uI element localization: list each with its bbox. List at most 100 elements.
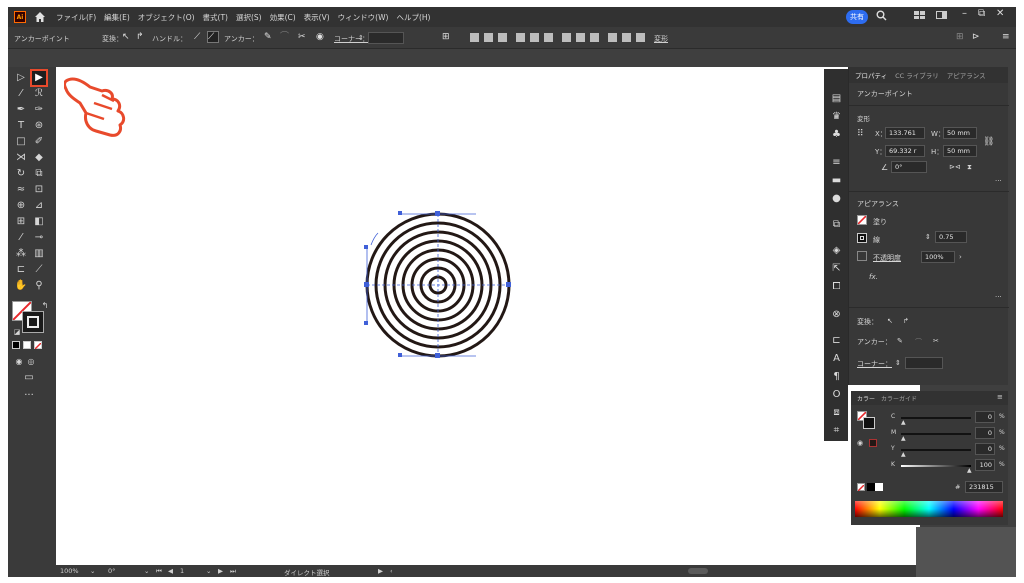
artboard-tool-icon[interactable]: ⊏	[14, 263, 28, 277]
distribute-vcenter-icon[interactable]	[576, 33, 585, 42]
stroke-swatch[interactable]	[22, 311, 44, 333]
perspective-grid-tool-icon[interactable]: ⊿	[32, 199, 46, 213]
tab-color-guide[interactable]: カラーガイド	[881, 394, 917, 403]
draw-behind-icon[interactable]: ◎	[24, 355, 38, 369]
last-color-swatch[interactable]	[869, 439, 877, 447]
properties-panel-icon[interactable]: ▤	[831, 93, 842, 104]
color-mode-icon[interactable]	[12, 341, 20, 349]
stroke-weight-input[interactable]: 0.75	[935, 231, 967, 243]
channel-m-slider[interactable]	[901, 433, 971, 435]
symbols-panel-icon[interactable]: ♣	[831, 129, 842, 140]
opacity-arrow-icon[interactable]: ›	[959, 253, 962, 261]
channel-y-input[interactable]: 0	[975, 443, 995, 455]
flip-horizontal-icon[interactable]: ⊳⊲	[949, 163, 961, 171]
h-input[interactable]: 50 mm	[943, 145, 977, 157]
screen-mode-icon[interactable]: ▭	[22, 371, 36, 385]
menu-effect[interactable]: 効果(C)	[270, 12, 296, 23]
corner-label-panel[interactable]: コーナー：	[857, 359, 892, 369]
channel-c-slider[interactable]	[901, 417, 971, 419]
lasso-tool-icon[interactable]: ℛ	[32, 87, 46, 101]
last-artboard-icon[interactable]: ⏭	[230, 567, 236, 576]
menu-view[interactable]: 表示(V)	[304, 12, 330, 23]
tab-libraries[interactable]: CC ライブラリ	[895, 70, 939, 80]
layers-panel-icon[interactable]: ◈	[831, 245, 842, 256]
close-icon[interactable]: ✕	[996, 8, 1004, 19]
opentype-panel-icon[interactable]: O	[831, 389, 842, 400]
isolate-icon[interactable]: ◉	[316, 32, 326, 42]
connect-panel-icon[interactable]: ⌒	[915, 337, 922, 347]
convert-to-smooth-icon[interactable]: ↱	[136, 32, 146, 42]
zoom-level[interactable]: 100%	[60, 567, 79, 575]
share-button[interactable]: 共有	[846, 10, 868, 24]
channel-k-slider[interactable]	[901, 465, 971, 467]
blend-tool-icon[interactable]: ⊸	[32, 231, 46, 245]
paintbrush-tool-icon[interactable]: ✐	[32, 135, 46, 149]
fill-none-swatch[interactable]	[857, 215, 867, 225]
align-right-icon[interactable]	[498, 33, 507, 42]
opacity-label[interactable]: 不透明度	[873, 253, 901, 263]
eyedropper-tool-icon[interactable]: ⁄	[14, 231, 28, 245]
x-input[interactable]: 133.761	[885, 127, 925, 139]
symbol-sprayer-tool-icon[interactable]: ⁂	[14, 247, 28, 261]
curvature-tool-icon[interactable]: ✑	[32, 103, 46, 117]
shape-builder-tool-icon[interactable]: ⊕	[14, 199, 28, 213]
out-of-gamut-icon[interactable]: ◉	[857, 439, 863, 447]
channel-c-input[interactable]: 0	[975, 411, 995, 423]
more-appearance-icon[interactable]: ···	[995, 293, 1002, 301]
scale-tool-icon[interactable]: ⧉	[32, 167, 46, 181]
eraser-tool-icon[interactable]: ◆	[32, 151, 46, 165]
export-panel-icon[interactable]: ⇱	[831, 263, 842, 274]
stroke-panel-icon[interactable]: ≡	[831, 157, 842, 168]
status-menu-icon[interactable]: ▶	[378, 567, 383, 575]
rectangle-tool-icon[interactable]: □	[14, 135, 28, 149]
show-handles-icon[interactable]: ⟋	[194, 32, 204, 42]
rotate-tool-icon[interactable]: ↻	[14, 167, 28, 181]
opacity-input[interactable]: 100%	[921, 251, 955, 263]
flip-vertical-icon[interactable]: ⧗	[967, 163, 972, 172]
shaper-tool-icon[interactable]: ⋊	[14, 151, 28, 165]
corner-radius-panel-input[interactable]	[905, 357, 943, 369]
horizontal-scrollbar-thumb[interactable]	[688, 568, 708, 574]
channel-y-slider[interactable]	[901, 449, 971, 451]
tab-color[interactable]: カラー	[857, 394, 875, 403]
channel-y-thumb-icon[interactable]: ▲	[901, 451, 906, 458]
mesh-tool-icon[interactable]: ⊞	[14, 215, 28, 229]
gradient-panel-icon[interactable]: ▬	[831, 175, 842, 186]
artboard-number[interactable]: 1	[180, 567, 184, 575]
transparency-panel-icon[interactable]: ●	[831, 193, 842, 204]
align-vcenter-icon[interactable]	[530, 33, 539, 42]
fx-label[interactable]: fx.	[869, 273, 878, 281]
rotate-angle-input[interactable]: 0°	[891, 161, 927, 173]
swap-fill-stroke-icon[interactable]: ↰	[38, 299, 52, 313]
distribute-right-icon[interactable]	[636, 33, 645, 42]
scroll-left-icon[interactable]: ‹	[390, 567, 393, 575]
stroke-label[interactable]: 線	[873, 235, 880, 245]
cut-panel-icon[interactable]: ✂	[933, 337, 939, 345]
concentric-circles-artwork[interactable]	[56, 67, 920, 567]
align-hcenter-icon[interactable]	[484, 33, 493, 42]
color-stroke-swatch[interactable]	[863, 417, 875, 429]
next-artboard-icon[interactable]: ▶	[218, 567, 223, 575]
channel-k-input[interactable]: 100	[975, 459, 995, 471]
remove-anchor-icon[interactable]: ✎	[264, 32, 274, 42]
tab-properties[interactable]: プロパティ	[855, 70, 887, 80]
minimize-icon[interactable]: –	[962, 8, 967, 19]
menu-window[interactable]: ウィンドウ(W)	[338, 12, 389, 23]
align-panel-icon[interactable]: ⊏	[831, 335, 842, 346]
channel-m-input[interactable]: 0	[975, 427, 995, 439]
more-transform-icon[interactable]: ···	[995, 177, 1002, 185]
restore-icon[interactable]: ⧉	[978, 8, 985, 19]
channel-c-thumb-icon[interactable]: ▲	[901, 419, 906, 426]
slice-tool-icon[interactable]: ⟋	[32, 263, 46, 277]
spiral-tool-icon[interactable]: ⊛	[32, 119, 46, 133]
distribute-bottom-icon[interactable]	[590, 33, 599, 42]
menu-file[interactable]: ファイル(F)	[56, 12, 96, 23]
hide-handles-icon[interactable]: ⟋	[207, 31, 219, 43]
hand-tool-icon[interactable]: ✋	[14, 279, 28, 293]
corner-radius-input[interactable]	[368, 32, 404, 44]
color-panel-menu-icon[interactable]: ≡	[997, 393, 1003, 401]
home-icon[interactable]	[34, 11, 46, 23]
black-swatch[interactable]	[867, 483, 875, 491]
zoom-dropdown-icon[interactable]: ⌄	[90, 567, 95, 575]
rotation-value[interactable]: 0°	[108, 567, 115, 575]
